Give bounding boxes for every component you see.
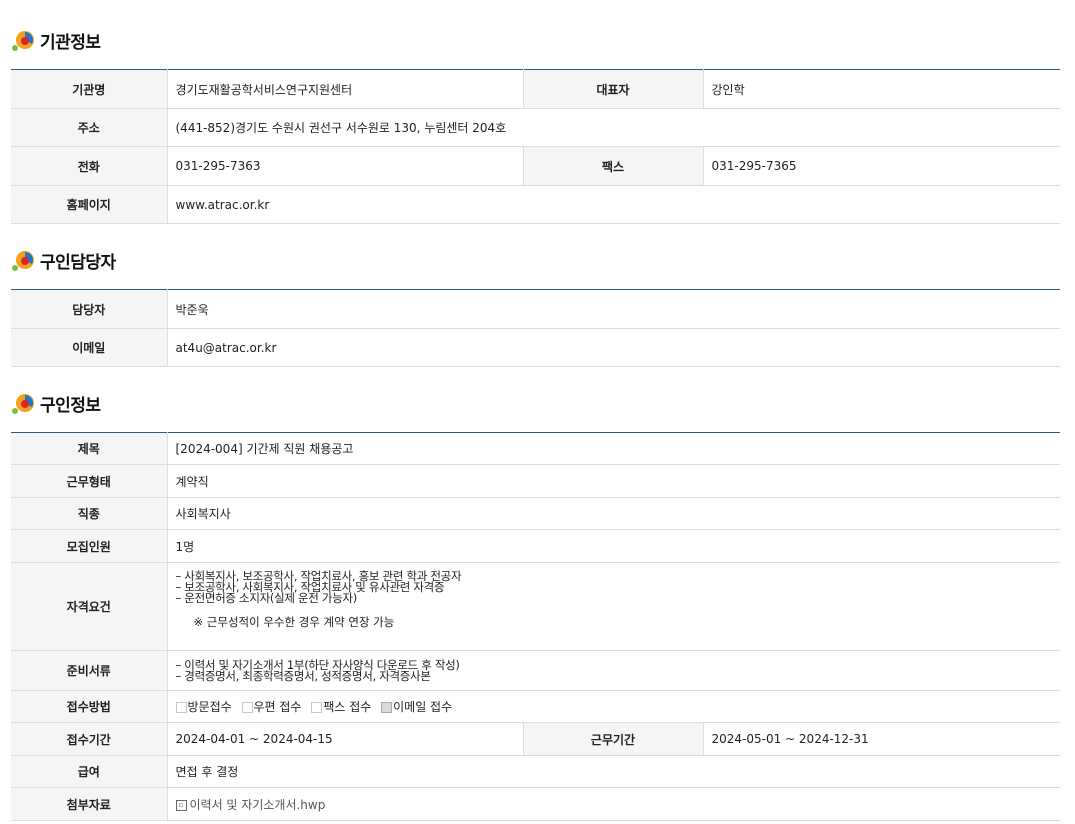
- method-post-label: 우편 접수: [253, 700, 302, 714]
- section-bullet-icon: [12, 249, 36, 273]
- table-row: 모집인원 1명: [11, 529, 1060, 563]
- section-title-contact: 구인담당자: [12, 248, 116, 273]
- attachment-link[interactable]: ▫ 이력서 및 자기소개서.hwp: [175, 797, 326, 812]
- job-qual-label: 자격요건: [11, 562, 168, 651]
- method-email-label: 이메일 접수: [393, 700, 453, 714]
- job-method-label: 접수방법: [11, 690, 168, 723]
- method-fax-label: 팩스 접수: [323, 700, 372, 714]
- method-fax: 팩스 접수: [311, 700, 371, 714]
- table-row: 이메일 at4u@atrac.or.kr: [11, 328, 1060, 367]
- table-row: 급여 면접 후 결정: [11, 755, 1060, 788]
- job-attach-label: 첨부자료: [11, 787, 168, 821]
- agency-name-value: 경기도재활공학서비스연구지원센터: [167, 69, 523, 109]
- section-bullet-icon: [12, 29, 36, 53]
- agency-phone-label: 전화: [11, 146, 168, 186]
- agency-homepage-value: www.atrac.or.kr: [167, 185, 1060, 224]
- job-attach-value: ▫ 이력서 및 자기소개서.hwp: [167, 787, 1060, 821]
- job-headcount-label: 모집인원: [11, 529, 168, 563]
- contact-person-value: 박준욱: [167, 289, 1060, 329]
- agency-info-table: 기관명 경기도재활공학서비스연구지원센터 대표자 강인학 주소 (441-852…: [11, 69, 1060, 224]
- method-email: 이메일 접수: [381, 700, 452, 714]
- job-period-value: 2024-04-01 ~ 2024-04-15: [167, 722, 523, 756]
- job-info-table: 제목 [2024-004] 기간제 직원 채용공고 근무형태 계약직 직종 사회…: [11, 432, 1060, 821]
- method-post: 우편 접수: [241, 700, 302, 714]
- job-title-label: 제목: [11, 432, 168, 465]
- qual-line: – 운전면허증 소지자(실제 운전 가능자): [175, 591, 358, 605]
- section-bullet-icon: [12, 392, 36, 416]
- checkbox-icon: [311, 702, 323, 713]
- section-title-agency: 기관정보: [12, 28, 101, 53]
- job-title-value: [2024-004] 기간제 직원 채용공고: [167, 432, 1060, 465]
- method-visit-label: 방문접수: [187, 700, 232, 714]
- agency-fax-label: 팩스: [522, 146, 704, 186]
- job-salary-label: 급여: [11, 755, 168, 788]
- agency-fax-value: 031-295-7365: [703, 146, 1060, 186]
- agency-homepage-label: 홈페이지: [11, 185, 168, 224]
- job-headcount-value: 1명: [167, 529, 1060, 563]
- table-row: 접수방법 방문접수 우편 접수 팩스 접수 이메일 접수: [11, 690, 1060, 723]
- agency-name-label: 기관명: [11, 69, 168, 109]
- job-occupation-value: 사회복지사: [167, 497, 1060, 530]
- agency-address-value: (441-852)경기도 수원시 권선구 서수원로 130, 누림센터 204호: [167, 108, 1060, 147]
- table-row: 준비서류 – 이력서 및 자기소개서 1부(하단 자사양식 다운로드 후 작성)…: [11, 650, 1060, 691]
- contact-info-table: 담당자 박준욱 이메일 at4u@atrac.or.kr: [11, 289, 1060, 367]
- file-icon: ▫: [175, 799, 187, 811]
- agency-rep-value: 강인학: [703, 69, 1060, 109]
- job-type-value: 계약직: [167, 464, 1060, 498]
- method-visit: 방문접수: [175, 700, 232, 714]
- contact-email-value: at4u@atrac.or.kr: [167, 328, 1060, 367]
- job-docs-value: – 이력서 및 자기소개서 1부(하단 자사양식 다운로드 후 작성) – 경력…: [167, 650, 1060, 691]
- job-qual-value: – 사회복지사, 보조공학사, 작업치료사, 홍보 관련 학과 전공자 – 보조…: [167, 562, 1060, 651]
- agency-rep-label: 대표자: [522, 69, 704, 109]
- job-salary-value: 면접 후 결정: [167, 755, 1060, 788]
- table-row: 주소 (441-852)경기도 수원시 권선구 서수원로 130, 누림센터 2…: [11, 108, 1060, 147]
- table-row: 전화 031-295-7363 팩스 031-295-7365: [11, 146, 1060, 186]
- table-row: 자격요건 – 사회복지사, 보조공학사, 작업치료사, 홍보 관련 학과 전공자…: [11, 562, 1060, 651]
- table-row: 담당자 박준욱: [11, 289, 1060, 329]
- job-work-period-label: 근무기간: [522, 722, 704, 756]
- job-type-label: 근무형태: [11, 464, 168, 498]
- attachment-filename: 이력서 및 자기소개서.hwp: [189, 797, 326, 812]
- job-occupation-label: 직종: [11, 497, 168, 530]
- table-row: 첨부자료 ▫ 이력서 및 자기소개서.hwp: [11, 787, 1060, 821]
- agency-phone-value: 031-295-7363: [167, 146, 523, 186]
- table-row: 제목 [2024-004] 기간제 직원 채용공고: [11, 432, 1060, 465]
- section-title-job: 구인정보: [12, 391, 101, 416]
- section-title-job-text: 구인정보: [40, 396, 101, 416]
- section-title-agency-text: 기관정보: [40, 33, 101, 53]
- contact-email-label: 이메일: [11, 328, 168, 367]
- qual-note: ※ 근무성적이 우수한 경우 계약 연장 가능: [193, 615, 395, 629]
- table-row: 근무형태 계약직: [11, 464, 1060, 498]
- job-period-label: 접수기간: [11, 722, 168, 756]
- section-title-contact-text: 구인담당자: [40, 253, 116, 273]
- checkbox-icon: [175, 702, 187, 713]
- docs-line: – 경력증명서, 최종학력증명서, 성적증명서, 자격증사본: [175, 668, 431, 683]
- job-docs-label: 준비서류: [11, 650, 168, 691]
- job-work-period-value: 2024-05-01 ~ 2024-12-31: [703, 722, 1060, 756]
- agency-address-label: 주소: [11, 108, 168, 147]
- table-row: 홈페이지 www.atrac.or.kr: [11, 185, 1060, 224]
- contact-person-label: 담당자: [11, 289, 168, 329]
- table-row: 직종 사회복지사: [11, 497, 1060, 530]
- table-row: 기관명 경기도재활공학서비스연구지원센터 대표자 강인학: [11, 69, 1060, 109]
- checkbox-icon: [241, 702, 253, 713]
- job-method-value: 방문접수 우편 접수 팩스 접수 이메일 접수: [167, 690, 1060, 723]
- table-row: 접수기간 2024-04-01 ~ 2024-04-15 근무기간 2024-0…: [11, 722, 1060, 756]
- checkbox-checked-icon: [381, 702, 393, 713]
